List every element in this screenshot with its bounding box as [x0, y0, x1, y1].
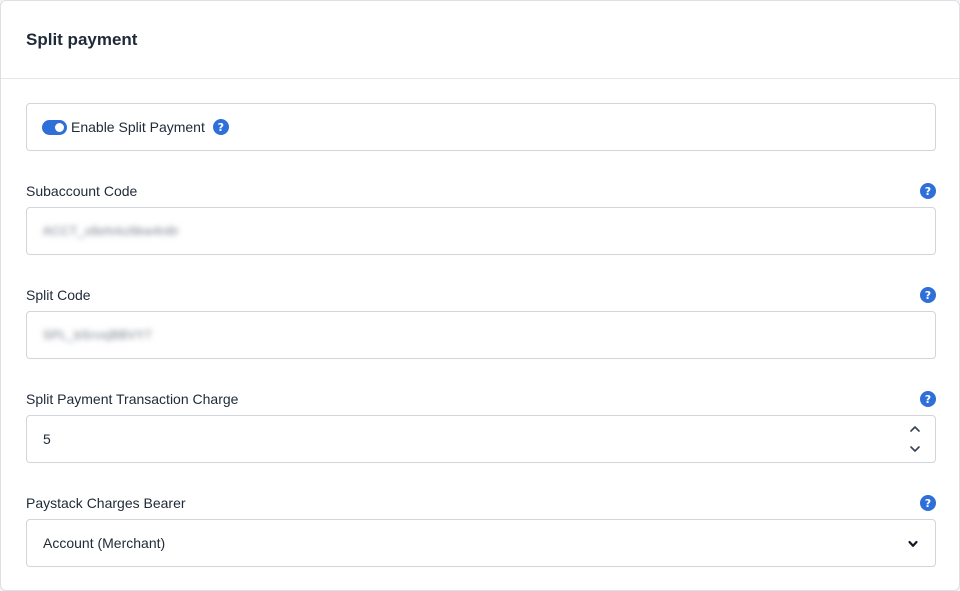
enable-split-payment-label: Enable Split Payment [71, 119, 205, 135]
card-title: Split payment [26, 29, 138, 49]
chevron-down-icon[interactable] [909, 442, 921, 458]
dropdown-arrow-icon[interactable] [907, 537, 919, 553]
charges-bearer-select[interactable]: Account (Merchant) [26, 519, 936, 567]
subaccount-code-input[interactable]: ACCT_x8ehrkz6kw4n8r [26, 207, 936, 255]
split-code-input[interactable]: SPL_bSrvxjBBVY7 [26, 311, 936, 359]
transaction-charge-value: 5 [43, 431, 51, 447]
help-icon[interactable]: ? [920, 495, 936, 511]
split-payment-card: Split payment Enable Split Payment ? Sub… [0, 0, 960, 591]
toggle-knob [55, 122, 64, 132]
chevron-up-icon[interactable] [909, 422, 921, 438]
charges-bearer-label: Paystack Charges Bearer [26, 495, 186, 511]
charges-bearer-value: Account (Merchant) [43, 535, 166, 551]
split-code-value: SPL_bSrvxjBBVY7 [43, 328, 152, 342]
enable-split-payment-toggle[interactable] [42, 119, 67, 135]
enable-split-payment-row: Enable Split Payment ? [26, 103, 936, 151]
help-icon[interactable]: ? [920, 183, 936, 199]
transaction-charge-input[interactable]: 5 [26, 415, 936, 463]
subaccount-code-label: Subaccount Code [26, 183, 138, 199]
transaction-charge-label: Split Payment Transaction Charge [26, 391, 239, 407]
subaccount-code-value: ACCT_x8ehrkz6kw4n8r [43, 224, 180, 238]
help-icon[interactable]: ? [920, 391, 936, 407]
card-header: Split payment [1, 1, 959, 79]
help-icon[interactable]: ? [920, 287, 936, 303]
quantity-stepper[interactable] [909, 422, 921, 458]
split-code-label: Split Code [26, 287, 91, 303]
help-icon[interactable]: ? [212, 119, 229, 135]
